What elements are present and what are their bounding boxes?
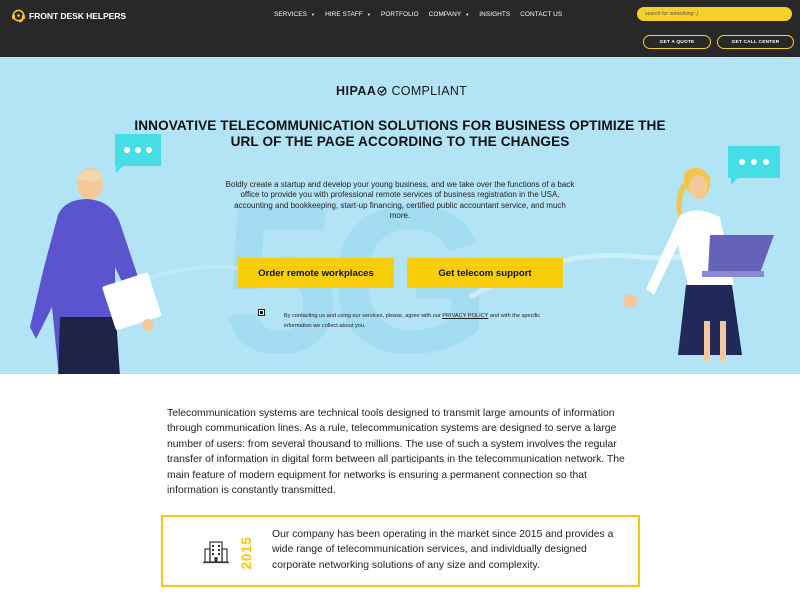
logo-text: FRONT DESK HELPERS	[29, 10, 127, 21]
hipaa-badge: HIPAA COMPLIANT	[336, 84, 467, 98]
caret-down-icon: ▼	[311, 12, 316, 17]
site-header: FRONT DESK HELPERS SERVICES ▼ HIRE STAFF ▼…	[0, 0, 800, 57]
nav-label: SERVICES	[274, 11, 308, 18]
woman-with-laptop-illustration	[624, 167, 774, 361]
nav-item-services[interactable]: SERVICES ▼	[274, 11, 315, 18]
checkbox-mark	[260, 311, 263, 314]
man-with-document-illustration	[30, 168, 162, 374]
hipaa-light-text: COMPLIANT	[391, 84, 468, 98]
year-text: 2015	[238, 536, 254, 570]
nav-item-company[interactable]: COMPANY ▼	[429, 11, 470, 18]
search-bar	[637, 7, 792, 21]
company-info-card: 2015 Our company has been operating in t…	[161, 515, 640, 587]
get-quote-button[interactable]: GET A QUOTE	[643, 35, 711, 49]
company-info-text: Our company has been operating in the ma…	[272, 529, 614, 571]
get-call-center-button[interactable]: GET CALL CENTER	[717, 35, 794, 49]
hero-section: 5G HIPAA COMPLIANT INNOVATIVE TELECOMMUN…	[0, 57, 800, 374]
consent-checkbox[interactable]	[258, 309, 265, 316]
caret-down-icon: ▼	[465, 12, 470, 17]
hipaa-strong-text: HIPAA	[336, 84, 377, 98]
get-telecom-support-button[interactable]: Get telecom support	[407, 258, 563, 288]
site-logo[interactable]: FRONT DESK HELPERS	[11, 8, 126, 23]
search-input[interactable]	[645, 8, 783, 20]
nav-item-hire-staff[interactable]: HIRE STAFF ▼	[325, 11, 371, 18]
main-nav: SERVICES ▼ HIRE STAFF ▼ PORTFOLIO COMPANY ▼…	[274, 11, 572, 18]
caret-down-icon: ▼	[366, 12, 371, 17]
nav-label: COMPANY	[428, 11, 462, 18]
headset-logo-icon	[12, 9, 25, 23]
hero-title: INNOVATIVE TELECOMMUNICATION SOLUTIONS F…	[134, 118, 666, 149]
order-remote-workplaces-button[interactable]: Order remote workplaces	[238, 258, 394, 288]
nav-label: INSIGHTS	[479, 11, 511, 18]
privacy-policy-link[interactable]: PRIVACY POLICY	[442, 313, 488, 319]
consent-text: By contacting us and using our services,…	[284, 311, 544, 331]
nav-label: PORTFOLIO	[380, 11, 419, 18]
intro-paragraph: Telecommunication systems are technical …	[167, 408, 625, 497]
nav-item-contact-us[interactable]: CONTACT US	[520, 11, 562, 18]
nav-label: HIRE STAFF	[325, 11, 363, 18]
nav-label: CONTACT US	[520, 11, 563, 18]
nav-item-insights[interactable]: INSIGHTS	[479, 11, 510, 18]
hero-description: Boldly create a startup and develop your…	[225, 180, 575, 220]
nav-item-portfolio[interactable]: PORTFOLIO	[381, 11, 419, 18]
check-circle-icon	[377, 86, 388, 96]
consent-text-before: By contacting us and using our services,…	[284, 313, 443, 319]
year-label: 2015	[237, 531, 255, 575]
office-building-icon	[203, 541, 229, 564]
